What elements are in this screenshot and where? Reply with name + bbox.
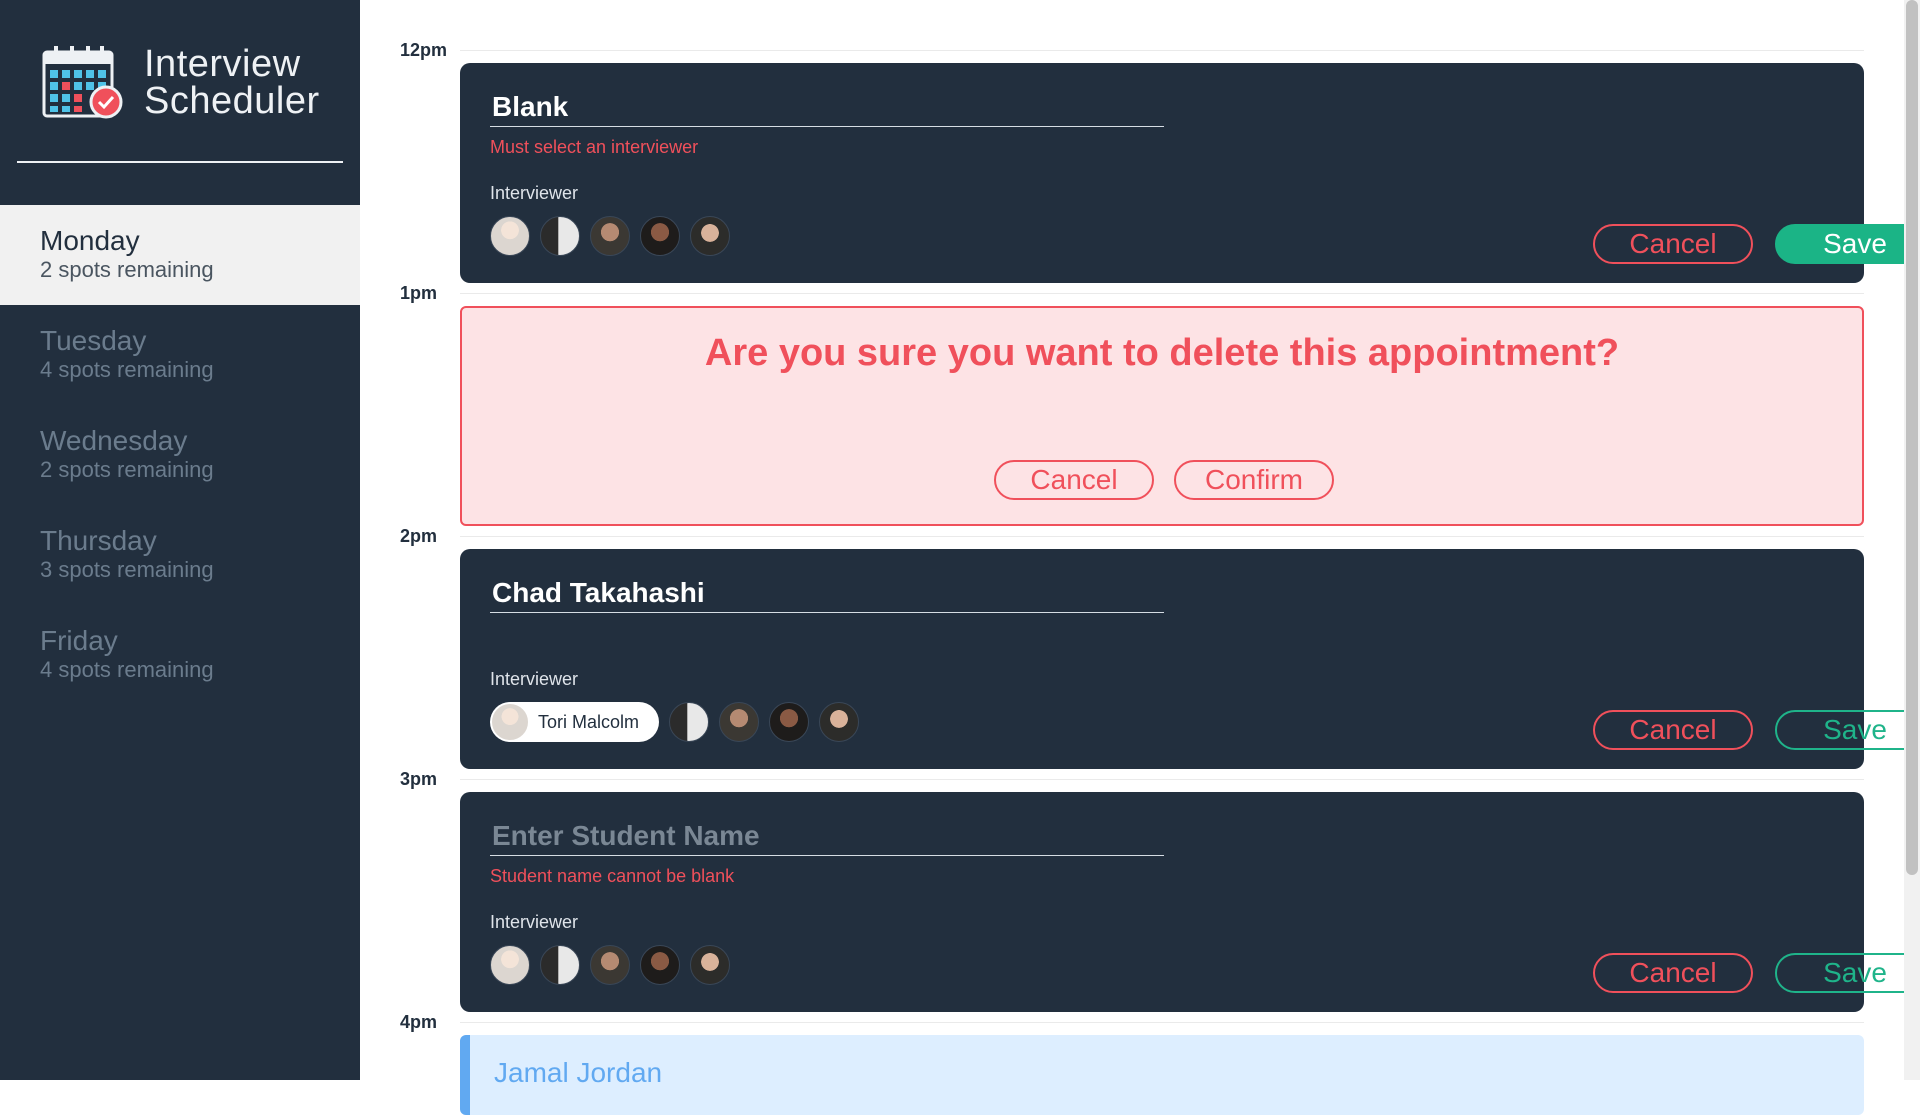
slot-time: 1pm [400,283,438,303]
day-spots: 2 spots remaining [40,257,214,282]
interviewer-label: Interviewer [490,669,579,689]
save-button[interactable]: Save [1775,224,1920,264]
interviewer-avatar[interactable] [669,702,710,742]
interviewer-avatar[interactable] [540,216,580,256]
day-item-friday[interactable]: Friday 4 spots remaining [0,605,360,705]
interviewer-avatar[interactable] [590,945,630,985]
interviewer-avatar[interactable] [590,216,630,256]
day-spots: 4 spots remaining [40,657,214,682]
interviewer-avatar [491,703,529,741]
interviewer-avatar[interactable] [690,216,730,256]
slot-time: 3pm [400,769,438,789]
interviewer-avatar[interactable] [819,702,860,742]
cancel-button[interactable]: Cancel [1593,224,1753,264]
day-item-wednesday[interactable]: Wednesday 2 spots remaining [0,405,360,505]
cancel-button[interactable]: Cancel [1593,710,1753,750]
sidebar-divider [17,161,343,163]
slot-divider [460,779,1864,780]
confirm-message: Are you sure you want to delete this app… [704,332,1620,374]
interviewer-label: Interviewer [490,912,579,932]
student-name-input[interactable] [490,87,1164,127]
validation-error: Student name cannot be blank [490,866,735,886]
appointment-form: Student name cannot be blank Interviewer… [460,792,1920,1012]
interviewer-list [490,944,740,986]
day-name: Friday [40,625,118,656]
slot-time: 12pm [400,40,448,60]
page-scrollbar[interactable] [1904,0,1920,1080]
save-button[interactable]: Save [1775,953,1920,993]
cancel-button[interactable]: Cancel [994,460,1154,500]
scrollbar-thumb[interactable] [1906,0,1918,875]
appointment-form: Must select an interviewer Interviewer C… [460,63,1920,283]
interviewer-name: Tori Malcolm [538,711,640,732]
appointment-form: Interviewer Tori Malcolm Cancel Save [460,549,1920,769]
app-title-line2: Scheduler [144,80,320,122]
day-name: Wednesday [40,425,188,456]
day-name: Monday [40,225,140,256]
day-spots: 3 spots remaining [40,557,214,582]
save-button[interactable]: Save [1775,710,1920,750]
interviewer-avatar[interactable] [719,702,760,742]
student-name-input[interactable] [490,573,1164,613]
delete-confirm: Are you sure you want to delete this app… [460,306,1864,526]
slot-divider [460,536,1864,537]
interviewer-avatar[interactable] [490,945,530,985]
interviewer-avatar[interactable] [640,216,680,256]
day-name: Tuesday [40,325,147,356]
student-name-input[interactable] [490,816,1164,856]
slot-divider [460,50,1864,51]
day-name: Thursday [40,525,157,556]
student-name: Jamal Jordan [494,1057,663,1088]
interviewer-avatar[interactable] [540,945,580,985]
day-item-thursday[interactable]: Thursday 3 spots remaining [0,505,360,605]
app-title-line1: Interview [144,43,301,85]
day-spots: 2 spots remaining [40,457,214,482]
interviewer-avatar[interactable] [490,216,530,256]
slot-divider [460,293,1864,294]
interviewer-avatar[interactable] [769,702,810,742]
schedule: 12pm Must select an interviewer Intervie… [360,0,1920,1115]
slot-divider [460,1022,1864,1023]
interviewer-list [490,215,740,257]
slot-time: 2pm [400,526,438,546]
day-list: Monday 2 spots remaining Tuesday 4 spots… [0,205,360,705]
validation-error: Must select an interviewer [490,137,699,157]
interviewer-selected[interactable]: Tori Malcolm [490,702,660,742]
sidebar: Interview Scheduler Monday 2 spots remai… [0,0,360,1080]
day-spots: 4 spots remaining [40,357,214,382]
appointment-card[interactable]: Jamal Jordan [460,1035,1864,1115]
interviewer-label: Interviewer [490,183,579,203]
day-item-tuesday[interactable]: Tuesday 4 spots remaining [0,305,360,405]
day-item-monday[interactable]: Monday 2 spots remaining [0,205,360,305]
interviewer-avatar[interactable] [690,945,730,985]
interviewer-list: Tori Malcolm [490,701,869,743]
calendar-check-icon [42,46,123,119]
confirm-button[interactable]: Confirm [1174,460,1334,500]
app-title: Interview Scheduler [144,43,320,122]
cancel-button[interactable]: Cancel [1593,953,1753,993]
slot-time: 4pm [400,1012,438,1032]
interviewer-avatar[interactable] [640,945,680,985]
